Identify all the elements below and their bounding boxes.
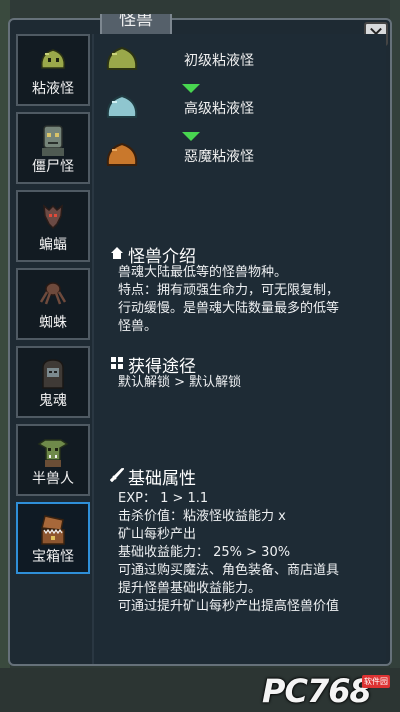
slime-icon (104, 91, 140, 125)
evolution-stage-3: 惡魔粘液怪 (104, 140, 374, 172)
intro-line: 行动缓慢。是兽魂大陆数量最多的低等 (118, 301, 340, 316)
intro-line: 特点：拥有顽强生命力，可无限复制， (118, 283, 340, 298)
intro-line: 兽魂大陆最低等的怪兽物种。 (118, 265, 288, 280)
intro-line: 怪兽。 (118, 319, 158, 334)
watermark-badge: 软件园 (362, 675, 390, 688)
bat-icon (38, 202, 68, 236)
sidebar-item-label: 粘液怪 (32, 81, 74, 97)
attributes-text: EXP： 1 > 1.1 击杀价值：粘液怪收益能力 x 矿山每秒产出 基础收益能… (118, 490, 382, 616)
slime-icon (38, 46, 68, 76)
attribute-line: 可通过购买魔法、角色装备、商店道具 (118, 563, 340, 578)
attribute-line: 击杀价值：粘液怪收益能力 x (118, 509, 286, 524)
sidebar-item-zombie[interactable]: 僵尸怪 (16, 112, 90, 184)
slime-icon (104, 139, 140, 173)
attributes-title-text: 基础属性 (128, 469, 196, 489)
attribute-line: 提升怪兽基础收益能力。 (118, 581, 262, 596)
attribute-line: 可通过提升矿山每秒产出提高怪兽价值 (118, 599, 340, 614)
grid-icon (110, 355, 124, 375)
sidebar-item-bat[interactable]: 蝙蝠 (16, 190, 90, 262)
evolution-stage-name: 初级粘液怪 (184, 53, 254, 69)
evolution-stage-name: 高级粘液怪 (184, 101, 254, 117)
home-icon (110, 245, 124, 265)
sidebar-item-spider[interactable]: 蜘蛛 (16, 268, 90, 340)
orc-icon (37, 436, 69, 472)
sidebar-item-orc[interactable]: 半兽人 (16, 424, 90, 496)
attribute-line: 矿山每秒产出 (118, 527, 197, 542)
detail-panel: 初级粘液怪 高级粘液怪 惡魔粘液怪 怪兽介绍 兽魂大陆最低等的怪兽物种。 特点：… (92, 34, 386, 664)
attribute-line: 基础收益能力： 25% > 30% (118, 545, 291, 560)
attribute-line: EXP： 1 > 1.1 (118, 491, 209, 506)
intro-text: 兽魂大陆最低等的怪兽物种。 特点：拥有顽强生命力，可无限复制， 行动缓慢。是兽魂… (118, 264, 382, 336)
attributes-section-title: 基础属性 (109, 464, 196, 489)
ghost-icon (38, 358, 68, 394)
monster-category-list: 粘液怪 僵尸怪 蝙蝠 蜘蛛 鬼魂 半兽人 宝箱怪 (16, 34, 90, 580)
zombie-icon (38, 124, 68, 162)
obtain-text: 默认解锁 > 默认解锁 (118, 375, 242, 390)
evolution-stage-1: 初级粘液怪 (104, 44, 374, 76)
slime-icon (104, 43, 140, 77)
evolution-stage-name: 惡魔粘液怪 (184, 149, 254, 165)
sidebar-item-ghost[interactable]: 鬼魂 (16, 346, 90, 418)
sidebar-item-label: 蝙蝠 (39, 237, 67, 253)
spider-icon (37, 280, 69, 310)
sidebar-item-slime[interactable]: 粘液怪 (16, 34, 90, 106)
mimic-icon (37, 514, 69, 550)
sidebar-item-label: 蜘蛛 (39, 315, 67, 331)
sidebar-item-mimic[interactable]: 宝箱怪 (16, 502, 90, 574)
evolution-stage-2: 高级粘液怪 (104, 92, 374, 124)
sword-icon (109, 467, 126, 487)
